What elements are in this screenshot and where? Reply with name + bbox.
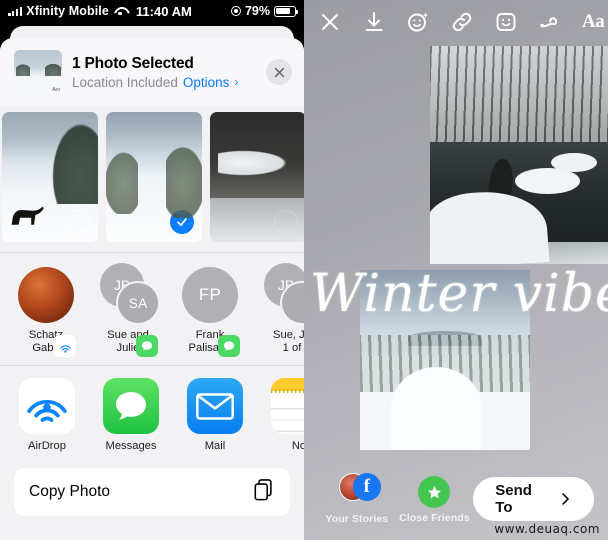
story-toolbar[interactable]: Aa xyxy=(304,0,608,44)
photo-snowy-rocks[interactable] xyxy=(210,112,304,242)
avatar: JB SA xyxy=(100,263,160,325)
notes-app-icon xyxy=(271,378,304,434)
dog-silhouette-icon xyxy=(11,206,44,225)
photo-dog-snow[interactable] xyxy=(2,112,98,242)
messages-icon xyxy=(223,341,235,351)
messages-icon xyxy=(141,341,153,351)
close-friends-option[interactable]: Close Friends xyxy=(396,474,474,524)
messages-badge-icon xyxy=(136,335,158,357)
ios-share-sheet-panel: Xfinity Mobile 11:40 AM 79% Aro 1 Photo … xyxy=(0,0,304,540)
photo-snowy-path[interactable] xyxy=(106,112,202,242)
messages-badge-icon xyxy=(218,335,240,357)
your-stories-label: Your Stories xyxy=(325,513,389,525)
app-label: Messages xyxy=(105,440,157,452)
app-notes[interactable]: No xyxy=(268,378,304,452)
app-mail[interactable]: Mail xyxy=(184,378,246,452)
share-sheet-subtitle-row: Location Included Options › xyxy=(72,75,256,90)
screenshot-root: Xfinity Mobile 11:40 AM 79% Aro 1 Photo … xyxy=(0,0,608,540)
chevron-right-icon[interactable]: › xyxy=(234,75,238,89)
airdrop-app-icon xyxy=(19,378,75,434)
photo-select-circle-checked[interactable] xyxy=(170,210,194,234)
close-icon[interactable] xyxy=(318,9,342,35)
selected-photo-thumbnail: Aro xyxy=(14,50,62,94)
send-to-label: Send To xyxy=(495,482,532,516)
contact-label: Sue, Ju1 of xyxy=(273,329,304,354)
app-label: No xyxy=(291,440,304,452)
status-bar: Xfinity Mobile 11:40 AM 79% xyxy=(0,0,304,22)
facebook-icon: f xyxy=(352,473,381,501)
effects-sparkle-face-icon[interactable] xyxy=(406,9,430,35)
page-title: 1 Photo Selected xyxy=(72,54,194,72)
app-label: AirDrop xyxy=(28,440,66,452)
app-messages[interactable]: Messages xyxy=(100,378,162,452)
status-bar-left: Xfinity Mobile 11:40 AM xyxy=(8,4,192,19)
chevron-right-icon xyxy=(562,493,569,505)
avatar: JB xyxy=(264,263,304,325)
clock-label: 11:40 AM xyxy=(135,3,192,19)
checkmark-icon xyxy=(177,218,187,227)
photo-strip[interactable] xyxy=(0,106,304,252)
your-stories-avatars: f xyxy=(338,473,381,509)
mail-app-icon xyxy=(187,378,243,434)
airdrop-icon xyxy=(27,399,67,422)
your-stories-option[interactable]: f Your Stories xyxy=(318,473,396,525)
link-icon[interactable] xyxy=(450,9,474,35)
avatar xyxy=(18,267,74,323)
apps-row[interactable]: AirDrop Messages Mail No xyxy=(0,366,304,458)
app-label: Mail xyxy=(204,440,226,452)
draw-squiggle-icon[interactable] xyxy=(538,9,562,35)
messages-app-icon xyxy=(103,378,159,434)
share-sheet-header: Aro 1 Photo Selected Location Included O… xyxy=(0,38,304,106)
app-airdrop[interactable]: AirDrop xyxy=(16,378,78,452)
instagram-story-editor-panel: Winter vibes Aa xyxy=(304,0,608,540)
carrier-label: Xfinity Mobile xyxy=(26,4,109,18)
status-bar-right: 79% xyxy=(230,4,299,18)
close-friends-star-icon xyxy=(418,476,451,508)
mail-icon xyxy=(196,392,234,420)
copy-photo-button[interactable]: Copy Photo xyxy=(14,468,290,516)
close-button[interactable] xyxy=(266,59,292,85)
actions-list: Copy Photo xyxy=(0,458,304,516)
airdrop-icon xyxy=(59,344,71,353)
share-sheet-header-text: 1 Photo Selected Location Included Optio… xyxy=(72,55,256,90)
battery-icon xyxy=(274,5,299,17)
share-sheet: Aro 1 Photo Selected Location Included O… xyxy=(0,38,304,540)
action-label: Copy Photo xyxy=(29,483,110,500)
photo-select-circle[interactable] xyxy=(66,210,90,234)
photo-select-circle[interactable] xyxy=(274,210,298,234)
airdrop-badge-icon xyxy=(54,335,76,357)
cellular-signal-icon xyxy=(8,6,23,16)
avatar: FP xyxy=(182,267,238,323)
sticker-icon[interactable] xyxy=(494,9,518,35)
contact-frank-palisano[interactable]: FP Frank Palisano xyxy=(178,267,242,357)
options-link[interactable]: Options xyxy=(183,75,230,90)
send-to-button[interactable]: Send To xyxy=(473,477,594,521)
close-icon xyxy=(274,67,284,77)
download-icon[interactable] xyxy=(362,9,386,35)
winter-creek-dog-photo[interactable] xyxy=(430,46,608,264)
messages-icon xyxy=(116,392,146,420)
contact-sue-group[interactable]: JB Sue, Ju1 of xyxy=(260,263,304,355)
location-included-label: Location Included xyxy=(72,74,178,90)
wifi-icon xyxy=(113,6,127,17)
close-friends-label: Close Friends xyxy=(399,512,470,524)
contact-schatz-gabe[interactable]: Schatz Gabe xyxy=(14,267,78,357)
watermark-label: www.deuaq.com xyxy=(494,522,600,536)
location-services-icon xyxy=(230,6,241,16)
copy-icon xyxy=(253,478,275,507)
battery-percent-label: 79% xyxy=(244,4,270,18)
story-overlay-text[interactable]: Winter vibes xyxy=(310,268,608,320)
contacts-row[interactable]: Schatz Gabe JB SA Sue and Julie FP Frank… xyxy=(0,253,304,365)
contact-sue-and-julie[interactable]: JB SA Sue and Julie xyxy=(96,263,160,357)
text-aa-icon[interactable]: Aa xyxy=(582,9,605,35)
